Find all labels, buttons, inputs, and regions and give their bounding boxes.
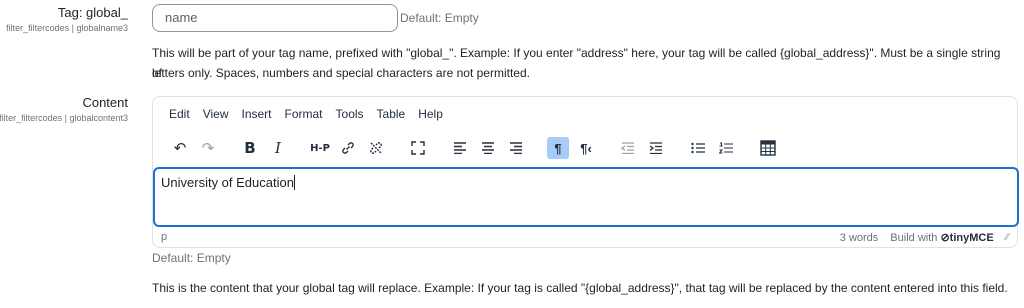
menu-view[interactable]: View — [203, 107, 229, 121]
menu-format[interactable]: Format — [285, 107, 323, 121]
menu-tools[interactable]: Tools — [336, 107, 364, 121]
build-with-text: Build with — [890, 232, 938, 244]
editor-menubar: Edit View Insert Format Tools Table Help — [169, 107, 443, 121]
menu-edit[interactable]: Edit — [169, 107, 190, 121]
text-caret — [293, 175, 295, 190]
tag-label: Tag: global_ — [57, 5, 128, 20]
tag-sublabel: filter_filtercodes | globalname3 — [6, 23, 128, 33]
bullet-list-icon[interactable] — [687, 137, 709, 159]
indent-icon[interactable] — [645, 137, 667, 159]
menu-help[interactable]: Help — [418, 107, 443, 121]
menu-table[interactable]: Table — [377, 107, 406, 121]
editor-content-text: University of Education — [161, 175, 294, 190]
content-default-note: Default: Empty — [152, 251, 231, 265]
tinymce-brand: tinyMCE — [949, 232, 994, 244]
link-icon[interactable] — [337, 137, 359, 159]
fullscreen-icon[interactable] — [407, 137, 429, 159]
numbered-list-icon[interactable] — [715, 137, 737, 159]
element-path[interactable]: p — [161, 231, 167, 243]
rich-text-editor: Edit View Insert Format Tools Table Help… — [152, 96, 1019, 248]
menu-insert[interactable]: Insert — [241, 107, 271, 121]
word-count[interactable]: 3 words — [840, 232, 879, 244]
table-icon[interactable] — [757, 137, 779, 159]
outdent-icon[interactable] — [617, 137, 639, 159]
rtl-icon[interactable]: ¶‹ — [575, 137, 597, 159]
unlink-icon[interactable] — [365, 137, 387, 159]
editor-content-area[interactable]: University of Education — [153, 167, 1019, 227]
italic-icon[interactable]: I — [267, 137, 289, 159]
resize-handle-icon[interactable]: ⁄⁄ — [1006, 232, 1009, 243]
bold-icon[interactable]: B — [239, 137, 261, 159]
content-label: Content — [82, 95, 128, 110]
content-sublabel: filter_filtercodes | globalcontent3 — [0, 113, 128, 123]
h5p-icon[interactable]: H-P — [309, 137, 331, 159]
content-help: This is the content that your global tag… — [152, 281, 1008, 295]
editor-toolbar: ↶ ↷ B I H-P ¶ ¶‹ — [169, 137, 785, 159]
align-right-icon[interactable] — [505, 137, 527, 159]
build-with-brand[interactable]: Build with ⊘tinyMCE — [890, 231, 993, 244]
tag-default-note: Default: Empty — [400, 11, 479, 25]
ltr-icon[interactable]: ¶ — [547, 137, 569, 159]
tag-name-input[interactable]: name — [152, 4, 398, 32]
editor-statusbar: p 3 words Build with ⊘tinyMCE ⁄⁄ — [153, 227, 1017, 247]
tinymce-logo-icon: ⊘ — [940, 232, 950, 244]
redo-icon[interactable]: ↷ — [197, 137, 219, 159]
undo-icon[interactable]: ↶ — [169, 137, 191, 159]
align-center-icon[interactable] — [477, 137, 499, 159]
align-left-icon[interactable] — [449, 137, 471, 159]
tag-help-line-2: letters only. Spaces, numbers and specia… — [152, 66, 530, 80]
